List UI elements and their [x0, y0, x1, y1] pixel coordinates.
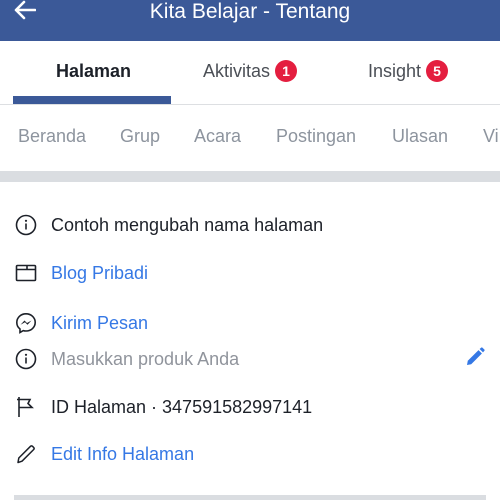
- website-link[interactable]: Blog Pribadi: [51, 263, 148, 284]
- notification-badge: 1: [275, 60, 298, 82]
- section-divider: [0, 171, 500, 182]
- section-nav-postingan[interactable]: Postingan: [276, 126, 356, 147]
- send-message-link[interactable]: Kirim Pesan: [51, 313, 148, 334]
- active-tab-indicator: [13, 96, 171, 104]
- tab-label: Insight: [368, 60, 422, 81]
- section-nav: Beranda Grup Acara Postingan Ulasan Vi: [0, 106, 500, 169]
- browser-window-icon: [14, 261, 38, 285]
- info-icon: [14, 347, 38, 371]
- section-nav-acara[interactable]: Acara: [194, 126, 241, 147]
- section-nav-grup[interactable]: Grup: [120, 126, 160, 147]
- section-nav-beranda[interactable]: Beranda: [18, 126, 86, 147]
- products-placeholder[interactable]: Masukkan produk Anda: [51, 349, 239, 370]
- bottom-divider: [14, 495, 486, 500]
- pencil-outline-icon: [14, 442, 38, 466]
- edit-products-button[interactable]: [462, 346, 488, 372]
- section-nav-ulasan[interactable]: Ulasan: [392, 126, 448, 147]
- page-id-row: ID Halaman · 347591582997141: [0, 389, 500, 425]
- tab-insight[interactable]: Insight 5: [368, 57, 449, 85]
- products-row: Masukkan produk Anda: [0, 341, 500, 377]
- tab-label: Halaman: [56, 60, 132, 81]
- app-header: Kita Belajar - Tentang: [0, 0, 500, 41]
- tab-halaman[interactable]: Halaman: [56, 57, 131, 85]
- description-row: Contoh mengubah nama halaman: [0, 207, 500, 243]
- section-nav-video[interactable]: Vi: [483, 126, 499, 147]
- edit-info-row[interactable]: Edit Info Halaman: [0, 436, 500, 472]
- page-id-text: ID Halaman · 347591582997141: [51, 396, 313, 417]
- message-row[interactable]: Kirim Pesan: [0, 305, 500, 341]
- tab-aktivitas[interactable]: Aktivitas 1: [203, 57, 298, 85]
- page-title: Kita Belajar - Tentang: [149, 0, 351, 23]
- flag-icon: [14, 395, 38, 419]
- info-icon: [14, 213, 38, 237]
- description-text: Contoh mengubah nama halaman: [51, 214, 324, 235]
- tab-label: Aktivitas: [203, 60, 271, 81]
- notification-badge: 5: [426, 60, 449, 82]
- website-row[interactable]: Blog Pribadi: [0, 255, 500, 291]
- edit-page-info-link[interactable]: Edit Info Halaman: [51, 444, 194, 465]
- messenger-icon: [14, 311, 38, 335]
- pencil-icon: [465, 346, 485, 372]
